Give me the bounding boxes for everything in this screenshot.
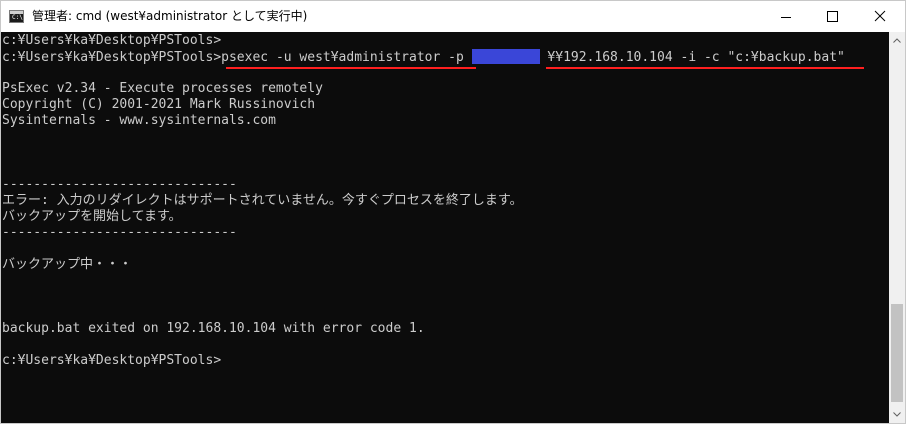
close-button[interactable] xyxy=(855,1,905,32)
scroll-up-button[interactable] xyxy=(889,32,905,49)
console-line: PsExec v2.34 - Execute processes remotel… xyxy=(2,81,323,96)
command-text-end: ¥¥192.168.10.104 -i -c "c:¥backup.bat" xyxy=(539,50,845,65)
console-output[interactable]: c:¥Users¥ka¥Desktop¥PSTools> c:¥Users¥ka… xyxy=(1,32,889,423)
red-underline-left xyxy=(226,67,476,69)
command-text-start: psexec -u west¥administrator -p xyxy=(221,50,472,65)
console-line: Copyright (C) 2001-2021 Mark Russinovich xyxy=(2,97,316,112)
console-line: バックアップ中・・・ xyxy=(2,257,133,272)
command-prompt: c:¥Users¥ka¥Desktop¥PSTools> xyxy=(2,50,222,65)
console-line-command: c:¥Users¥ka¥Desktop¥PSTools>psexec -u we… xyxy=(2,49,845,65)
vertical-scrollbar[interactable] xyxy=(889,32,905,423)
window-title: 管理者: cmd (west¥administrator として実行中) xyxy=(32,9,308,23)
redacted-password xyxy=(471,49,540,64)
scroll-down-arrow-icon xyxy=(893,412,901,417)
minimize-button[interactable] xyxy=(763,1,809,32)
maximize-button[interactable] xyxy=(809,1,855,32)
cmd-window: C:\ 管理者: cmd (west¥administrator として実行中)… xyxy=(0,0,906,424)
minimize-icon xyxy=(781,17,791,18)
console-line: c:¥Users¥ka¥Desktop¥PSTools> xyxy=(2,33,222,48)
scrollbar-thumb[interactable] xyxy=(891,304,903,402)
console-line: ------------------------------ xyxy=(2,225,237,240)
console-line: c:¥Users¥ka¥Desktop¥PSTools> xyxy=(2,353,222,368)
console-line-error: エラー: 入力のリダイレクトはサポートされていません。今すぐプロセスを終了します… xyxy=(2,193,523,208)
scroll-up-arrow-icon xyxy=(893,38,901,43)
close-icon xyxy=(874,10,886,22)
maximize-icon xyxy=(827,11,838,22)
console-line: バックアップを開始してます。 xyxy=(2,209,182,224)
red-underline-right xyxy=(546,67,864,69)
title-bar[interactable]: C:\ 管理者: cmd (west¥administrator として実行中) xyxy=(1,1,905,32)
scroll-down-button[interactable] xyxy=(889,406,905,423)
console-line: backup.bat exited on 192.168.10.104 with… xyxy=(2,321,425,336)
console-line: Sysinternals - www.sysinternals.com xyxy=(2,113,276,128)
cmd-icon-label: C:\ xyxy=(12,14,23,21)
console-line: ------------------------------ xyxy=(2,177,237,192)
cmd-app-icon[interactable]: C:\ xyxy=(9,10,24,23)
